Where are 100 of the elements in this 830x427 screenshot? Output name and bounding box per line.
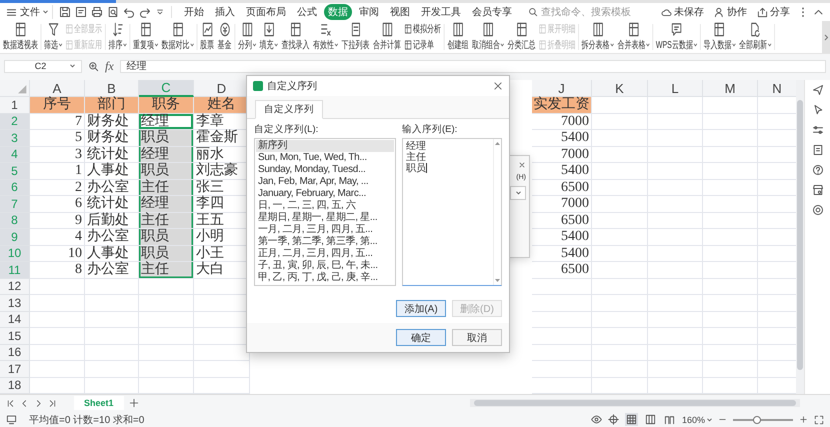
last-sheet-icon[interactable] <box>48 398 57 408</box>
list-item[interactable]: 第一季, 第二季, 第三季, 第... <box>256 236 394 248</box>
formula-field[interactable]: 经理 <box>120 60 826 72</box>
ribbon-button[interactable]: 排序 <box>107 24 128 50</box>
toolbar-button[interactable]: 协作 <box>711 5 750 19</box>
column-header[interactable]: N <box>758 80 796 97</box>
menu-tab[interactable]: 开发工具 <box>417 4 465 20</box>
list-item[interactable]: 新序列 <box>256 140 394 152</box>
ribbon-button[interactable]: 有效性 <box>312 24 340 50</box>
display-icon[interactable] <box>6 414 17 425</box>
menu-tab[interactable]: 审阅 <box>355 4 383 20</box>
row-header[interactable]: 15 <box>0 328 30 344</box>
sequence-list[interactable] <box>254 138 396 286</box>
document-icon[interactable] <box>812 144 824 156</box>
view-button[interactable] <box>644 413 657 426</box>
view-button[interactable] <box>624 413 638 426</box>
list-item[interactable]: Sun, Mon, Tue, Wed, Th... <box>256 152 394 164</box>
list-item[interactable]: 日, 一, 二, 三, 四, 五, 六 <box>256 200 394 212</box>
list-item[interactable]: Jan, Feb, Mar, Apr, May, ... <box>256 176 394 188</box>
search-field[interactable]: 查找命令、搜索模板 <box>541 6 641 18</box>
save-icon[interactable] <box>59 6 71 18</box>
row-header[interactable]: 17 <box>0 361 30 378</box>
list-item[interactable]: Sunday, Monday, Tuesd... <box>256 164 394 176</box>
name-box[interactable]: C2 <box>4 60 82 72</box>
column-header[interactable]: A <box>30 80 85 97</box>
ribbon-button[interactable]: WPS云数据 <box>654 24 698 50</box>
column-header[interactable]: M <box>703 80 758 97</box>
preview-icon[interactable] <box>107 6 119 18</box>
sliders-icon[interactable] <box>812 124 824 136</box>
menu-tab[interactable]: 插入 <box>211 4 239 20</box>
ribbon-button[interactable]: 数据透视表 <box>1 24 40 50</box>
dialog-tab[interactable]: 自定义序列 <box>255 100 323 119</box>
ribbon-button[interactable]: 填充 <box>258 24 280 50</box>
ribbon-button[interactable]: 筛选 <box>42 24 64 50</box>
add-sheet-icon[interactable] <box>128 398 139 408</box>
menu-tab[interactable]: 页面布局 <box>242 4 290 20</box>
dropdown-field[interactable] <box>510 186 526 200</box>
list-item[interactable]: 星期日, 星期一, 星期二, 星... <box>256 212 394 224</box>
ribbon-button[interactable]: 数据对比 <box>160 24 196 50</box>
ribbon-button[interactable]: 分类汇总 <box>506 24 537 50</box>
ribbon-button[interactable]: 记录单 <box>403 38 442 52</box>
column-header[interactable]: B <box>85 80 139 97</box>
ribbon-button[interactable]: 全部刷新 <box>738 24 773 50</box>
crosshair-icon[interactable] <box>608 414 619 425</box>
file-menu[interactable]: 文件 <box>6 5 53 19</box>
ribbon-button[interactable]: 创建组 <box>446 24 470 50</box>
row-header[interactable]: 1 <box>0 97 30 114</box>
ribbon-button[interactable]: 导入数据 <box>702 24 737 50</box>
ribbon-button[interactable]: 下拉列表 <box>340 24 371 50</box>
menu-tab[interactable]: 视图 <box>386 4 414 20</box>
list-item[interactable]: 正月, 二月, 三月, 四月, 五... <box>256 248 394 260</box>
paper-plane-icon[interactable] <box>812 84 824 96</box>
ribbon-button[interactable]: 分列 <box>236 24 258 50</box>
ribbon-button[interactable]: 拆分表格 <box>580 24 616 50</box>
export-icon[interactable] <box>75 6 87 18</box>
menu-tab[interactable]: 公式 <box>293 4 321 20</box>
redo-icon[interactable] <box>139 6 151 18</box>
help-icon[interactable] <box>812 164 824 176</box>
scrollbar[interactable] <box>796 80 804 394</box>
list-item[interactable]: January, February, Marc... <box>256 188 394 200</box>
function-label[interactable]: fx <box>105 58 114 74</box>
store-icon[interactable] <box>812 184 824 196</box>
row-header[interactable]: 18 <box>0 378 30 394</box>
ribbon-button[interactable]: 重复项 <box>132 24 160 50</box>
ribbon-button[interactable]: 合并计算 <box>372 24 402 50</box>
previous-sheet-icon[interactable] <box>20 398 29 408</box>
ribbon-button[interactable]: 基金 <box>216 24 234 50</box>
list-item[interactable]: 甲, 乙, 丙, 丁, 戊, 己, 庚, 辛... <box>256 272 394 284</box>
next-sheet-icon[interactable] <box>34 398 43 408</box>
eye-icon[interactable] <box>590 414 602 425</box>
column-header[interactable]: K <box>592 80 648 97</box>
column-header[interactable]: J <box>532 80 592 97</box>
column-header[interactable]: L <box>648 80 703 97</box>
zoom-in-icon[interactable] <box>799 415 808 424</box>
print-icon[interactable] <box>91 6 103 18</box>
menu-tab[interactable]: 开始 <box>180 4 208 20</box>
ribbon-button[interactable]: 股票 <box>198 24 216 50</box>
ribbon-button[interactable]: 取消组合 <box>470 24 506 50</box>
first-sheet-icon[interactable] <box>6 398 15 408</box>
ribbon-button[interactable]: 查找录入 <box>280 24 311 50</box>
dialog-button[interactable]: 确定 <box>396 329 446 346</box>
scrollbar[interactable] <box>470 399 800 407</box>
list-item[interactable]: 子, 丑, 寅, 卯, 辰, 巳, 午, 未... <box>256 260 394 272</box>
dialog-button[interactable]: 添加(A) <box>396 300 446 317</box>
menu-tab[interactable]: 会员专享 <box>468 4 516 20</box>
ribbon-button[interactable]: 模拟分析 <box>403 22 442 36</box>
row-header[interactable]: 12 <box>0 278 30 295</box>
dialog-button[interactable]: 取消 <box>452 329 502 346</box>
row-header[interactable]: 14 <box>0 312 30 328</box>
zoom-icon[interactable] <box>88 60 99 72</box>
list-item[interactable]: 一月, 二月, 三月, 四月, 五... <box>256 224 394 236</box>
cursor-icon[interactable] <box>812 104 824 116</box>
dropdown-icon[interactable] <box>155 7 165 17</box>
zoom-level[interactable]: 160% <box>682 414 712 424</box>
close-icon[interactable] <box>493 81 503 91</box>
undo-icon[interactable] <box>123 6 135 18</box>
close-icon[interactable] <box>518 161 526 169</box>
row-header[interactable]: 16 <box>0 344 30 361</box>
toolbar-button[interactable]: 分享 <box>754 5 793 19</box>
row-header[interactable]: 13 <box>0 295 30 312</box>
